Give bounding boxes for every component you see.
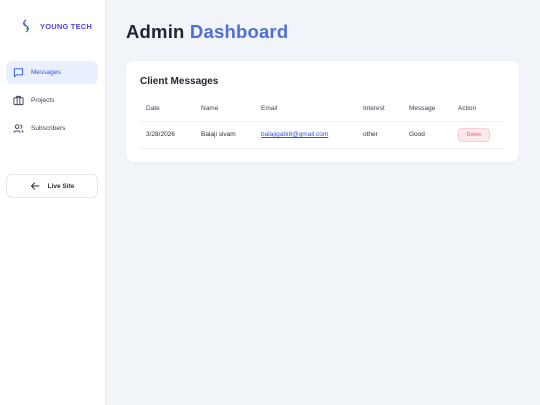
column-header-email: Email xyxy=(261,105,278,112)
card-title: Client Messages xyxy=(140,76,219,87)
column-header-date: Date xyxy=(146,105,160,112)
chat-icon xyxy=(13,68,24,78)
live-site-button[interactable]: Live Site xyxy=(6,174,98,198)
client-messages-card: Client Messages Date Name Email Interest… xyxy=(126,61,519,162)
live-site-label: Live Site xyxy=(47,182,75,190)
sidebar-item-label: Projects xyxy=(31,97,55,104)
column-header-name: Name xyxy=(201,105,219,112)
sidebar-item-label: Messages xyxy=(31,69,61,76)
leaf-logo-icon xyxy=(22,19,30,33)
users-icon xyxy=(13,124,24,133)
table-divider xyxy=(140,148,505,149)
sidebar-nav: Messages Projects Subscribers xyxy=(6,61,98,145)
briefcase-icon xyxy=(13,95,24,106)
page-title: Admin Dashboard xyxy=(126,21,288,43)
arrow-left-icon xyxy=(30,182,40,190)
brand[interactable]: YOUNG TECH xyxy=(20,19,92,33)
table-divider xyxy=(140,121,505,122)
page-title-part1: Admin xyxy=(126,21,185,42)
column-header-action: Action xyxy=(458,105,477,112)
sidebar-item-subscribers[interactable]: Subscribers xyxy=(6,117,98,140)
cell-email-link[interactable]: balajigabi8@gmail.com xyxy=(261,131,328,138)
sidebar-item-messages[interactable]: Messages xyxy=(6,61,98,84)
sidebar-item-projects[interactable]: Projects xyxy=(6,89,98,112)
cell-date: 3/28/2026 xyxy=(146,131,175,138)
cell-name: Balaji sivam xyxy=(201,131,236,138)
cell-message: Good xyxy=(409,131,425,138)
cell-interest: other xyxy=(363,131,378,138)
page-title-part2: Dashboard xyxy=(189,21,289,42)
delete-button[interactable]: Delete xyxy=(458,128,490,142)
column-header-message: Message xyxy=(409,105,436,112)
column-header-interest: Interest xyxy=(363,105,385,112)
sidebar-item-label: Subscribers xyxy=(31,125,66,132)
sidebar: YOUNG TECH Messages Projects Subscribers xyxy=(0,0,106,405)
brand-name: YOUNG TECH xyxy=(40,21,93,31)
